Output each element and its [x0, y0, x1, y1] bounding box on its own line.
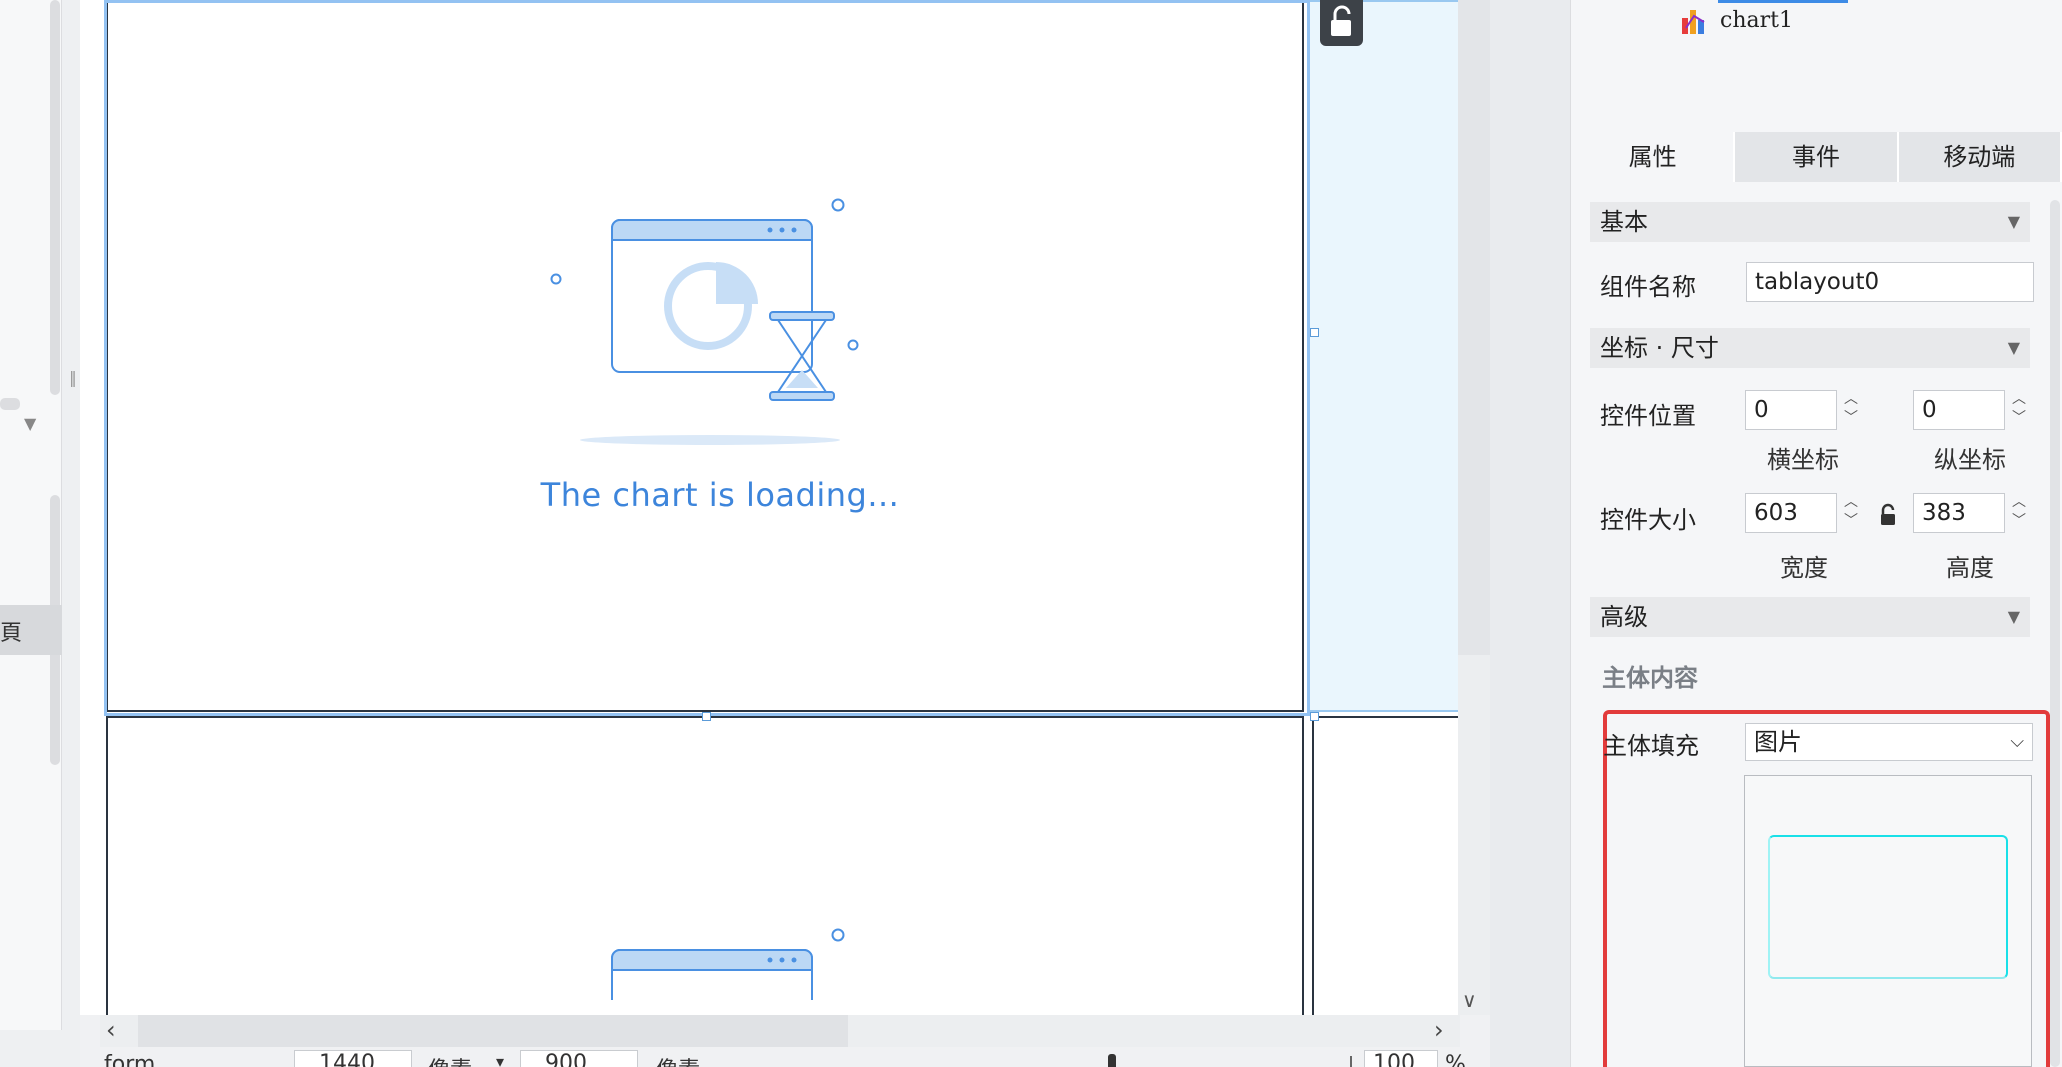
- chevron-down-icon: ▼: [2007, 212, 2020, 231]
- left-panel-scrollbar[interactable]: [50, 0, 60, 395]
- zoom-input[interactable]: 100: [1364, 1050, 1438, 1067]
- position-label: 控件位置: [1600, 402, 1696, 430]
- page-width-unit: 像素: [428, 1052, 472, 1067]
- chevron-up-icon[interactable]: ︿: [1838, 390, 1864, 409]
- left-item-label: 頁: [0, 621, 23, 646]
- chevron-down-icon[interactable]: ﹀: [1838, 409, 1864, 428]
- page-height-input[interactable]: 900: [520, 1050, 638, 1067]
- section-basic[interactable]: 基本 ▼: [1590, 202, 2030, 242]
- unlock-button[interactable]: [1320, 0, 1363, 46]
- property-tabs: 属性 事件 移动端: [1572, 132, 2062, 182]
- section-basic-title: 基本: [1600, 208, 1648, 236]
- chevron-down-icon: ⌵: [2010, 731, 2024, 752]
- body-fill-label: 主体填充: [1603, 732, 1699, 760]
- left-panel-hscroll[interactable]: [0, 398, 20, 410]
- layout-cell-right-2[interactable]: [1312, 716, 1458, 1016]
- body-fill-value: 图片: [1754, 728, 1802, 756]
- x-position-caption: 横坐标: [1767, 446, 1839, 474]
- chevron-down-icon: ▼: [2007, 338, 2020, 357]
- height-input[interactable]: 383: [1913, 493, 2005, 533]
- chevron-up-icon[interactable]: ︿: [1838, 493, 1864, 512]
- section-geometry-title: 坐标 · 尺寸: [1600, 334, 1719, 362]
- chart-loading-illustration: [550, 198, 859, 445]
- chart-loading-illustration-2: [611, 928, 845, 1000]
- layout-cell-right[interactable]: [1308, 0, 1458, 712]
- height-stepper[interactable]: ︿ ﹀: [2006, 493, 2032, 533]
- component-name-input[interactable]: tablayout0: [1746, 262, 2034, 302]
- chevron-down-icon[interactable]: ﹀: [2006, 512, 2032, 531]
- chevron-right-icon[interactable]: ›: [1434, 1016, 1444, 1044]
- width-stepper[interactable]: ︿ ﹀: [1838, 493, 1864, 533]
- unlock-icon: [1331, 5, 1351, 36]
- dropdown-chevron-icon[interactable]: ▾: [496, 1052, 504, 1067]
- width-input[interactable]: 603: [1745, 493, 1837, 533]
- collapse-icon[interactable]: ▼: [24, 414, 36, 433]
- tab-properties[interactable]: 属性: [1572, 132, 1736, 182]
- chart-component-icon: [1682, 10, 1705, 34]
- size-label: 控件大小: [1600, 506, 1696, 534]
- chevron-up-icon[interactable]: ︿: [2006, 390, 2032, 409]
- properties-scrollbar[interactable]: [2050, 200, 2060, 1067]
- canvas-vscroll-thumb[interactable]: [1458, 0, 1490, 655]
- y-position-input[interactable]: 0: [1913, 390, 2005, 430]
- chevron-down-icon[interactable]: ∨: [1462, 988, 1477, 1012]
- resize-handle-corner[interactable]: [1310, 712, 1319, 721]
- tab-mobile[interactable]: 移动端: [1898, 132, 2062, 182]
- chevron-down-icon[interactable]: ﹀: [1838, 512, 1864, 531]
- right-panel-gutter: [1490, 0, 1570, 1067]
- tab-events[interactable]: 事件: [1735, 132, 1899, 182]
- y-position-caption: 纵坐标: [1934, 446, 2006, 474]
- form-name-label: form: [104, 1052, 156, 1067]
- left-panel-selected-item[interactable]: 頁: [0, 605, 62, 655]
- chevron-down-icon: ▼: [2007, 607, 2020, 626]
- section-advanced-title: 高级: [1600, 603, 1648, 631]
- page-height-unit: 像素: [656, 1052, 700, 1067]
- left-splitter[interactable]: ||: [66, 0, 80, 1067]
- tree-node-chart1[interactable]: chart1: [1720, 8, 1793, 33]
- x-position-stepper[interactable]: ︿ ﹀: [1838, 390, 1864, 430]
- width-caption: 宽度: [1780, 554, 1828, 582]
- chevron-up-icon[interactable]: ︿: [2006, 493, 2032, 512]
- chevron-left-icon[interactable]: ‹: [106, 1016, 116, 1044]
- body-content-subtitle: 主体内容: [1602, 664, 1698, 692]
- section-geometry[interactable]: 坐标 · 尺寸 ▼: [1590, 328, 2030, 368]
- chart-loading-text: The chart is loading...: [540, 476, 900, 514]
- zoom-plus-icon[interactable]: [1350, 1056, 1352, 1067]
- canvas-hscroll-thumb[interactable]: [138, 1015, 848, 1047]
- tree-selection-bar: [1718, 0, 1848, 3]
- chevron-down-icon[interactable]: ﹀: [2006, 409, 2032, 428]
- page-width-input[interactable]: 1440: [294, 1050, 412, 1067]
- zoom-slider-knob[interactable]: [1108, 1054, 1116, 1067]
- splitter-grip-icon: ||: [69, 368, 77, 387]
- aspect-unlock-icon[interactable]: [1878, 503, 1898, 527]
- y-position-stepper[interactable]: ︿ ﹀: [2006, 390, 2032, 430]
- zoom-unit: %: [1445, 1052, 1466, 1067]
- section-advanced[interactable]: 高级 ▼: [1590, 597, 2030, 637]
- preview-image-frame: [1768, 835, 2008, 979]
- component-name-label: 组件名称: [1600, 273, 1696, 301]
- left-panel: ▼: [0, 0, 62, 1030]
- resize-handle-bottom[interactable]: [702, 712, 711, 721]
- x-position-input[interactable]: 0: [1745, 390, 1837, 430]
- body-fill-select[interactable]: 图片 ⌵: [1745, 723, 2033, 761]
- height-caption: 高度: [1946, 554, 1994, 582]
- resize-handle-right[interactable]: [1310, 328, 1319, 337]
- status-bar: form 1440 像素 ▾ 900 像素 100 %: [100, 1048, 1490, 1067]
